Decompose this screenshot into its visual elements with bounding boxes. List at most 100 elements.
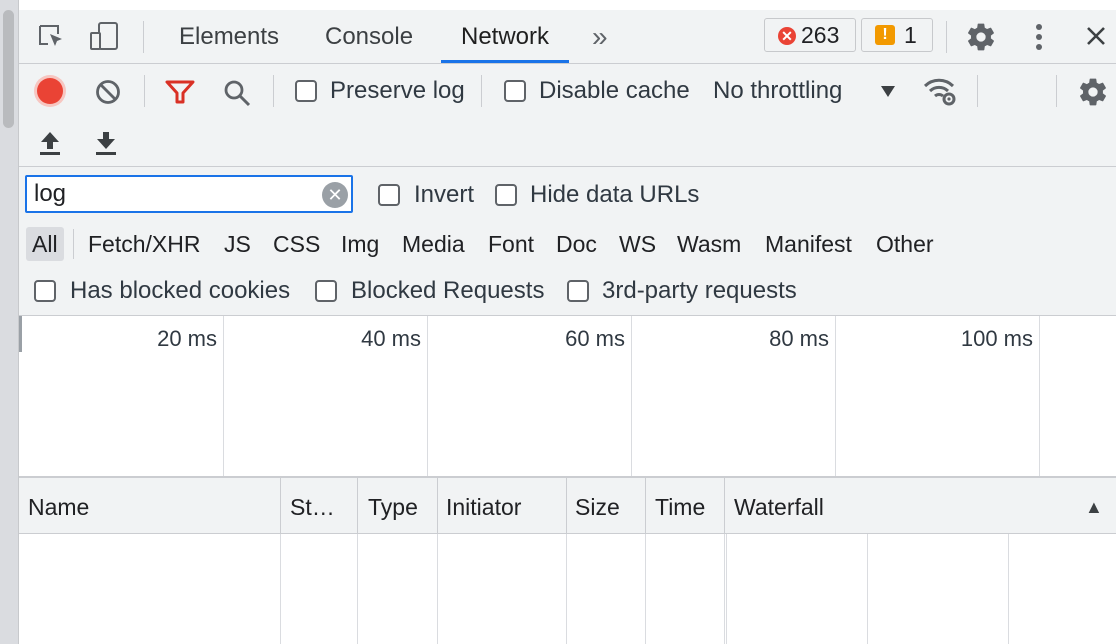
- type-filter-other[interactable]: Other: [876, 227, 934, 261]
- waterfall-gridline: [726, 534, 727, 644]
- invert-label[interactable]: Invert: [414, 180, 474, 210]
- preserve-log-checkbox[interactable]: [295, 80, 317, 102]
- chevron-down-icon[interactable]: [880, 84, 896, 98]
- column-divider: [280, 534, 281, 644]
- network-settings-gear-icon[interactable]: [1077, 76, 1109, 108]
- toolbar-divider: [273, 75, 274, 107]
- waterfall-gridline: [867, 534, 868, 644]
- column-header-time[interactable]: Time: [655, 478, 705, 533]
- blocked-requests-checkbox[interactable]: [315, 280, 337, 302]
- toolbar-divider: [481, 75, 482, 107]
- overview-gridline: [835, 316, 836, 476]
- type-filter-css[interactable]: CSS: [273, 227, 320, 261]
- column-divider[interactable]: [566, 478, 567, 533]
- tab-console[interactable]: Console: [325, 10, 413, 63]
- column-divider[interactable]: [645, 478, 646, 533]
- tabbar-divider: [143, 21, 144, 53]
- type-filter-wasm[interactable]: Wasm: [677, 227, 741, 261]
- close-devtools-icon[interactable]: [1085, 25, 1107, 47]
- column-divider[interactable]: [724, 478, 725, 533]
- column-divider: [357, 534, 358, 644]
- preserve-log-label[interactable]: Preserve log: [330, 76, 465, 106]
- requests-table-header: Name St… Type Initiator Size Time Waterf…: [19, 478, 1116, 534]
- page-scrollbar-thumb[interactable]: [3, 10, 14, 128]
- import-har-upload-icon[interactable]: [39, 130, 61, 156]
- clear-filter-icon[interactable]: ✕: [322, 182, 348, 208]
- overview-gridline: [1039, 316, 1040, 476]
- disable-cache-checkbox[interactable]: [504, 80, 526, 102]
- overview-gridline: [427, 316, 428, 476]
- hide-data-urls-checkbox[interactable]: [495, 184, 517, 206]
- has-blocked-cookies-label[interactable]: Has blocked cookies: [70, 276, 290, 306]
- column-divider[interactable]: [357, 478, 358, 533]
- requests-table-body: [19, 534, 1116, 644]
- hide-data-urls-label[interactable]: Hide data URLs: [530, 180, 699, 210]
- type-filter-font[interactable]: Font: [488, 227, 534, 261]
- tab-elements[interactable]: Elements: [179, 10, 279, 63]
- overview-gridline: [223, 316, 224, 476]
- column-header-size[interactable]: Size: [575, 478, 620, 533]
- has-blocked-cookies-checkbox[interactable]: [34, 280, 56, 302]
- filter-funnel-icon[interactable]: [165, 79, 195, 105]
- overview-tick-label: 20 ms: [157, 326, 217, 351]
- tab-network[interactable]: Network: [440, 10, 570, 63]
- error-count-badge[interactable]: ✕ 263: [764, 18, 856, 52]
- blocked-requests-label[interactable]: Blocked Requests: [351, 276, 544, 306]
- overview-tick-label: 40 ms: [361, 326, 421, 351]
- more-options-icon[interactable]: [1033, 22, 1045, 52]
- third-party-requests-checkbox[interactable]: [567, 280, 589, 302]
- tabbar-divider: [946, 21, 947, 53]
- type-filter-doc[interactable]: Doc: [556, 227, 597, 261]
- warning-count: 1: [904, 22, 917, 48]
- type-filter-media[interactable]: Media: [402, 227, 465, 261]
- column-header-type[interactable]: Type: [368, 478, 418, 533]
- error-count: 263: [801, 22, 840, 48]
- waterfall-gridline: [1008, 534, 1009, 644]
- settings-gear-icon[interactable]: [965, 21, 997, 53]
- toolbar-divider: [977, 75, 978, 107]
- more-tabs-button[interactable]: »: [592, 10, 608, 63]
- clear-log-icon[interactable]: [95, 79, 121, 105]
- network-toolbar: Preserve log Disable cache No throttling: [19, 64, 1116, 167]
- export-har-download-icon[interactable]: [95, 130, 117, 156]
- column-divider[interactable]: [280, 478, 281, 533]
- column-divider[interactable]: [437, 478, 438, 533]
- invert-checkbox[interactable]: [378, 184, 400, 206]
- disable-cache-label[interactable]: Disable cache: [539, 76, 690, 106]
- column-header-initiator[interactable]: Initiator: [446, 478, 521, 533]
- device-toolbar-icon[interactable]: [89, 21, 121, 53]
- column-divider: [437, 534, 438, 644]
- warning-count-badge[interactable]: ! 1: [861, 18, 933, 52]
- filter-input[interactable]: [34, 177, 314, 211]
- page-scrollbar[interactable]: [0, 0, 19, 644]
- devtools-panel: Elements Console Network » ✕ 263 ! 1 Pre…: [19, 0, 1116, 644]
- network-conditions-icon[interactable]: [923, 76, 959, 106]
- type-filter-divider: [73, 229, 74, 259]
- column-divider: [724, 534, 725, 644]
- type-filter-manifest[interactable]: Manifest: [765, 227, 852, 261]
- column-header-name[interactable]: Name: [28, 478, 89, 533]
- overview-tick-label: 80 ms: [769, 326, 829, 351]
- toolbar-divider: [1056, 75, 1057, 107]
- type-filter-ws[interactable]: WS: [619, 227, 656, 261]
- overview-tick-label: 60 ms: [565, 326, 625, 351]
- filter-input-box[interactable]: ✕: [25, 175, 353, 213]
- column-header-status[interactable]: St…: [290, 478, 335, 533]
- overview-left-handle[interactable]: [19, 316, 22, 352]
- error-icon: ✕: [778, 27, 796, 45]
- type-filter-img[interactable]: Img: [341, 227, 379, 261]
- type-filter-js[interactable]: JS: [224, 227, 251, 261]
- type-filter-fetch-xhr[interactable]: Fetch/XHR: [88, 227, 200, 261]
- throttling-select[interactable]: No throttling: [713, 76, 842, 106]
- type-filter-all[interactable]: All: [26, 227, 64, 261]
- inspect-element-icon[interactable]: [37, 23, 67, 51]
- network-overview[interactable]: 20 ms 40 ms 60 ms 80 ms 100 ms: [19, 316, 1116, 478]
- toolbar-divider: [144, 75, 145, 107]
- third-party-requests-label[interactable]: 3rd-party requests: [602, 276, 797, 306]
- sort-ascending-icon[interactable]: ▲: [1085, 478, 1103, 533]
- overview-gridline: [631, 316, 632, 476]
- search-icon[interactable]: [223, 79, 251, 107]
- column-header-waterfall[interactable]: Waterfall: [734, 478, 824, 533]
- record-button-icon[interactable]: [37, 78, 63, 104]
- devtools-tabbar: Elements Console Network » ✕ 263 ! 1: [19, 10, 1116, 64]
